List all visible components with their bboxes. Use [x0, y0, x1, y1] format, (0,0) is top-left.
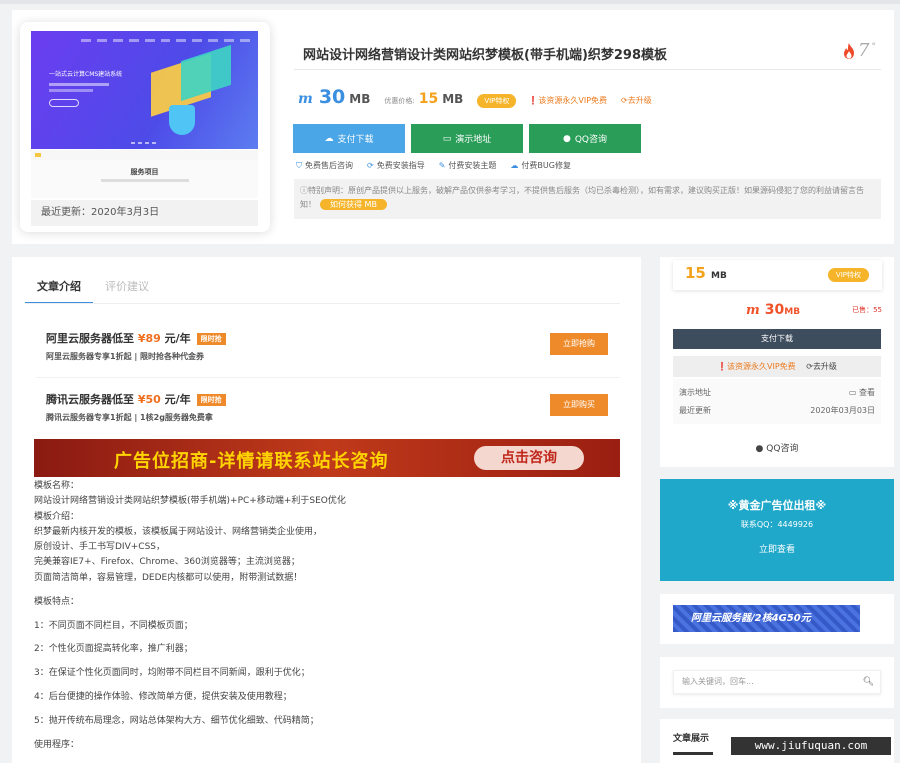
preview-button — [49, 99, 79, 107]
how-to-get-mb-button[interactable]: 如何获得 MB — [320, 199, 387, 210]
sidebar-vip-price: 15 MB VIP特权 — [673, 260, 882, 290]
demo-button[interactable]: ▭ 演示地址 — [411, 124, 523, 153]
action-buttons: ☁ 支付下载 ▭ 演示地址 ● QQ咨询 — [293, 124, 641, 153]
banner-consult-button[interactable]: 点击咨询 — [474, 446, 584, 470]
info-icon: ❗ — [717, 362, 728, 371]
feature-item: ✎ 付费安装主题 — [438, 161, 497, 170]
search-icon[interactable]: 🔍︎ — [863, 671, 874, 693]
monitor-icon: ▭ — [848, 388, 857, 397]
sidebar-upgrade-link[interactable]: ⟳去升级 — [806, 362, 837, 371]
upgrade-icon: ⟳ — [621, 96, 628, 105]
ad-buy-button[interactable]: 立即抢购 — [550, 333, 608, 355]
sidebar-info: 演示地址 ▭ 查看 最近更新 2020年03月03日 — [673, 379, 881, 424]
gold-ad-view-button[interactable]: 立即查看 — [743, 539, 811, 561]
preview-service-title: 服务项目 — [130, 168, 159, 176]
feature-item: ⟳ 免费安装指导 — [367, 161, 425, 170]
top-border — [0, 0, 900, 4]
monitor-icon: ▭ — [442, 133, 452, 144]
demo-view-link[interactable]: ▭ 查看 — [849, 386, 875, 400]
qq-icon: ● — [755, 444, 764, 454]
aliyun-banner[interactable]: 阿里云服务器/2核4G50元 — [673, 605, 860, 632]
divider — [294, 69, 881, 70]
vip-price-value: 15 — [418, 91, 439, 107]
price-row: m 30 MB 优惠价格: 15 MB VIP特权 ❗该资源永久VIP免费 ⟳去… — [298, 86, 652, 108]
sidebar-search: 输入关键词，回车... 🔍︎ — [660, 657, 894, 708]
heat-indicator: 7 ° — [842, 40, 876, 61]
thumbnail-card[interactable]: 一站式云计算CMS建站系统 服务项目 最近更新：2020年3月3日 — [20, 22, 270, 232]
disclaimer-notice: ⓘ特别声明：原创产品提供以上服务，破解产品仅供参考学习，不提供售后服务（均已杀毒… — [294, 179, 881, 219]
article-panel: 文章介绍 评价建议 阿里云服务器低至 ¥89 元/年 限时抢 阿里云服务器专享1折… — [12, 257, 641, 763]
sidebar-download-button[interactable]: 支付下载 — [673, 329, 881, 349]
price-value: 30 — [318, 86, 346, 108]
site-watermark: www.jiufuquan.com — [731, 737, 891, 755]
shield-icon: ⛉ — [296, 161, 302, 170]
qq-icon: ● — [562, 133, 571, 144]
ad-aliyun[interactable]: 阿里云服务器低至 ¥89 元/年 限时抢 阿里云服务器专享1折起 | 限时抢各种代… — [36, 325, 620, 373]
preview-slogan: 一站式云计算CMS建站系统 — [49, 71, 123, 78]
ad-title: 腾讯云服务器低至 ¥50 元/年 限时抢 — [46, 391, 226, 407]
ad-buy-button[interactable]: 立即购买 — [550, 394, 608, 416]
ad-subtitle: 腾讯云服务器专享1折起 | 1核2g服务器免费拿 — [46, 413, 213, 422]
feature-item: ☁ 付费BUG修复 — [510, 161, 571, 170]
tab-reviews[interactable]: 评价建议 — [93, 276, 161, 304]
banner-text: 广告位招商-详情请联系站长咨询 — [114, 451, 389, 472]
heat-count: 7 — [858, 40, 870, 61]
sales-count: 已售：55 — [852, 306, 882, 314]
gold-ad-title: ※黄金广告位出租※ — [727, 499, 827, 512]
gold-ad-qq: 联系QQ：4449926 — [740, 520, 814, 529]
sidebar-price: m 30 MB — [746, 302, 801, 318]
tab-article-intro[interactable]: 文章介绍 — [25, 276, 93, 304]
info-row-updated: 最近更新 2020年03月03日 — [679, 406, 875, 415]
coin-icon: m — [298, 91, 313, 107]
sidebar-gold-ad: ※黄金广告位出租※ 联系QQ：4449926 立即查看 — [660, 479, 894, 581]
preview-nav — [81, 39, 250, 43]
qq-consult-button[interactable]: ● QQ咨询 — [529, 124, 641, 153]
sidebar-qq-link[interactable]: ● QQ咨询 — [660, 441, 894, 454]
sidebar-aliyun-ad: 阿里云服务器/2核4G50元 — [660, 594, 894, 644]
ad-tag: 限时抢 — [196, 333, 226, 345]
feature-item: ⛉ 免费售后咨询 — [296, 161, 353, 170]
product-card: 一站式云计算CMS建站系统 服务项目 最近更新：2020年3月3日 网站设计网络… — [12, 10, 894, 244]
upgrade-icon: ⟳ — [806, 362, 813, 371]
shield-icon — [169, 105, 195, 135]
upgrade-link[interactable]: ⟳去升级 — [621, 95, 652, 106]
search-input[interactable]: 输入关键词，回车... 🔍︎ — [673, 670, 881, 694]
ad-subtitle: 阿里云服务器专享1折起 | 限时抢各种代金券 — [46, 352, 205, 361]
template-preview-image[interactable]: 一站式云计算CMS建站系统 — [31, 31, 258, 149]
last-updated: 最近更新：2020年3月3日 — [31, 200, 258, 226]
service-features: ⛉ 免费售后咨询 ⟳ 免费安装指导 ✎ 付费安装主题 ☁ 付费BUG修复 — [296, 160, 571, 171]
refresh-icon: ⟳ — [367, 161, 374, 170]
article-tabs: 文章介绍 评价建议 — [25, 276, 161, 304]
fire-icon — [844, 42, 855, 59]
carousel-dots — [131, 142, 156, 144]
vip-badge: VIP特权 — [827, 268, 869, 282]
cloud-icon: ☁ — [510, 161, 519, 170]
ad-tencent[interactable]: 腾讯云服务器低至 ¥50 元/年 限时抢 腾讯云服务器专享1折起 | 1核2g服务… — [36, 386, 620, 434]
preview-lower: 服务项目 — [31, 150, 258, 198]
pay-download-button[interactable]: ☁ 支付下载 — [293, 124, 405, 153]
info-row-demo: 演示地址 ▭ 查看 — [679, 386, 875, 400]
coin-icon: m — [746, 303, 760, 318]
vip-price-label: 优惠价格: — [384, 97, 415, 105]
brush-icon: ✎ — [438, 161, 446, 170]
sidebar-purchase: 15 MB VIP特权 m 30 MB 已售：55 支付下载 ❗该资源永久VIP… — [660, 257, 894, 467]
ad-banner[interactable]: 广告位招商-详情请联系站长咨询 点击咨询 — [34, 439, 620, 477]
article-body: 模板名称： 网站设计网络营销设计类网站织梦模板(带手机端)+PC+移动端+利于S… — [34, 481, 346, 751]
vip-free-note: ❗该资源永久VIP免费 — [528, 96, 608, 105]
vip-badge: VIP特权 — [477, 94, 517, 108]
cloud-download-icon: ☁ — [324, 133, 334, 144]
ad-title: 阿里云服务器低至 ¥89 元/年 限时抢 — [46, 330, 226, 346]
posts-title: 文章展示 — [673, 734, 710, 744]
info-icon: ⓘ — [300, 186, 308, 195]
ad-tag: 限时抢 — [196, 394, 226, 406]
sidebar-vip-free: ❗该资源永久VIP免费 ⟳去升级 — [673, 356, 881, 377]
product-title: 网站设计网络营销设计类网站织梦模板(带手机端)织梦298模板 — [303, 48, 668, 63]
info-icon: ❗ — [528, 96, 539, 105]
